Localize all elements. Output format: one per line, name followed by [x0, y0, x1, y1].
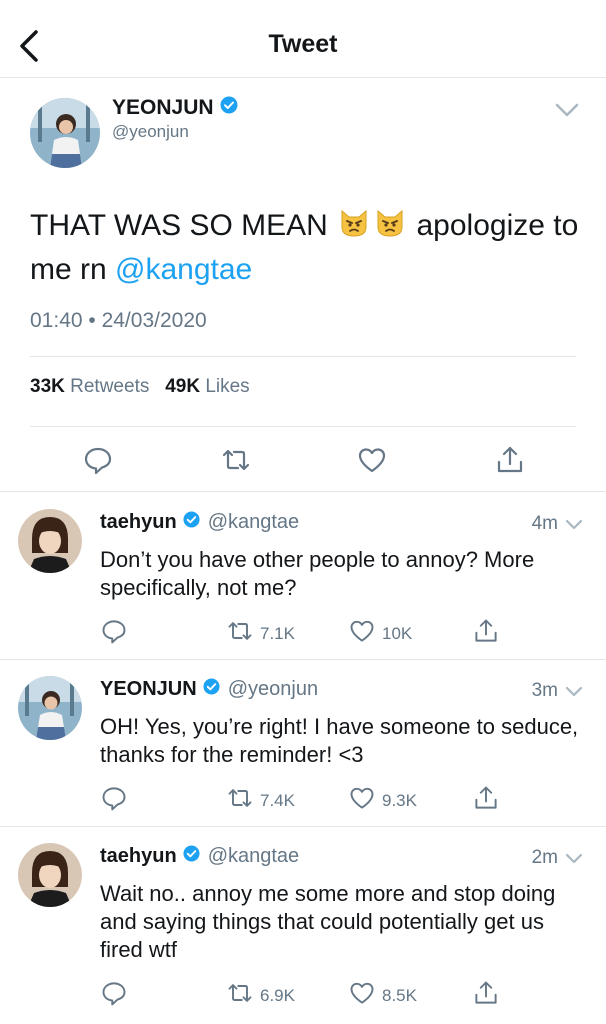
reply-text: OH! Yes, you’re right! I have someone to…: [100, 714, 579, 767]
reply-tweet[interactable]: YEONJUN @yeonjun 3m OH! Yes, you’re righ…: [0, 660, 606, 827]
like-button[interactable]: 10K: [348, 617, 412, 650]
share-icon[interactable]: [494, 444, 526, 476]
tweet-actions: [0, 444, 606, 478]
likes-stat[interactable]: 49K Likes: [165, 376, 250, 397]
like-count: 9.3K: [382, 790, 417, 810]
reply-icon[interactable]: [100, 784, 128, 812]
page-title: Tweet: [268, 30, 338, 58]
pouting-cat-emoji: [338, 207, 370, 250]
author-handle[interactable]: @yeonjun: [112, 122, 189, 142]
like-count: 8.5K: [382, 985, 417, 1005]
main-tweet: YEONJUN @yeonjun THAT WAS SO MEAN apolog…: [0, 78, 606, 492]
tweet-text: THAT WAS SO MEAN apologize to me rn @kan…: [30, 207, 579, 286]
author-handle[interactable]: @yeonjun: [228, 678, 318, 701]
share-icon[interactable]: [472, 617, 500, 645]
author-name[interactable]: YEONJUN: [100, 678, 197, 701]
like-icon[interactable]: [356, 444, 388, 476]
chevron-down-icon[interactable]: [564, 684, 584, 700]
author-name[interactable]: taehyun: [100, 511, 177, 534]
reply-time: 2m: [531, 847, 558, 868]
avatar[interactable]: [18, 509, 82, 573]
avatar[interactable]: [30, 98, 100, 168]
pouting-cat-emoji: [374, 207, 406, 250]
reply-icon[interactable]: [100, 979, 128, 1007]
divider: [30, 426, 576, 427]
retweets-stat[interactable]: 33K Retweets: [30, 376, 149, 397]
retweet-button[interactable]: 7.1K: [226, 617, 295, 650]
engagement-stats: 33K Retweets 49K Likes: [30, 376, 250, 398]
like-icon: [348, 979, 376, 1012]
author-handle[interactable]: @kangtae: [208, 845, 299, 868]
like-button[interactable]: 9.3K: [348, 784, 417, 817]
retweet-count: 7.1K: [260, 623, 295, 643]
like-icon: [348, 784, 376, 817]
reply-icon[interactable]: [100, 617, 128, 645]
author-name[interactable]: taehyun: [100, 845, 177, 868]
verified-badge-icon: [183, 845, 200, 868]
reply-header: YEONJUN @yeonjun: [100, 678, 318, 701]
divider: [30, 356, 576, 357]
chevron-down-icon[interactable]: [564, 517, 584, 533]
top-bar: Tweet: [0, 0, 606, 78]
share-icon[interactable]: [472, 784, 500, 812]
reply-actions: 7.4K 9.3K: [0, 784, 606, 814]
reply-tweet[interactable]: taehyun @kangtae 4m Don’t you have other…: [0, 493, 606, 660]
reply-actions: 7.1K 10K: [0, 617, 606, 647]
reply-text: Don’t you have other people to annoy? Mo…: [100, 547, 535, 600]
reply-tweet[interactable]: taehyun @kangtae 2m Wait no.. annoy me s…: [0, 827, 606, 1024]
reply-text: Wait no.. annoy me some more and stop do…: [100, 881, 556, 962]
mention-link[interactable]: @kangtae: [115, 253, 252, 286]
like-count: 10K: [382, 623, 413, 643]
reply-actions: 6.9K 8.5K: [0, 979, 606, 1009]
retweet-button[interactable]: 7.4K: [226, 784, 295, 817]
reply-time: 4m: [531, 513, 558, 534]
retweet-icon: [226, 979, 254, 1012]
reply-time: 3m: [531, 680, 558, 701]
verified-badge-icon: [203, 678, 220, 701]
chevron-down-icon[interactable]: [554, 100, 580, 120]
retweet-icon: [226, 784, 254, 817]
chevron-down-icon[interactable]: [564, 851, 584, 867]
retweet-count: 7.4K: [260, 790, 295, 810]
like-icon: [348, 617, 376, 650]
verified-badge-icon: [183, 511, 200, 534]
reply-header: taehyun @kangtae: [100, 511, 299, 534]
share-icon[interactable]: [472, 979, 500, 1007]
retweet-icon: [226, 617, 254, 650]
verified-badge-icon: [220, 96, 238, 120]
retweet-icon[interactable]: [220, 444, 252, 476]
retweet-count: 6.9K: [260, 985, 295, 1005]
author-name[interactable]: YEONJUN: [112, 96, 238, 120]
like-button[interactable]: 8.5K: [348, 979, 417, 1012]
reply-icon[interactable]: [82, 444, 114, 476]
avatar[interactable]: [18, 676, 82, 740]
retweet-button[interactable]: 6.9K: [226, 979, 295, 1012]
author-handle[interactable]: @kangtae: [208, 511, 299, 534]
reply-header: taehyun @kangtae: [100, 845, 299, 868]
tweet-timestamp: 01:40 • 24/03/2020: [30, 309, 207, 332]
avatar[interactable]: [18, 843, 82, 907]
